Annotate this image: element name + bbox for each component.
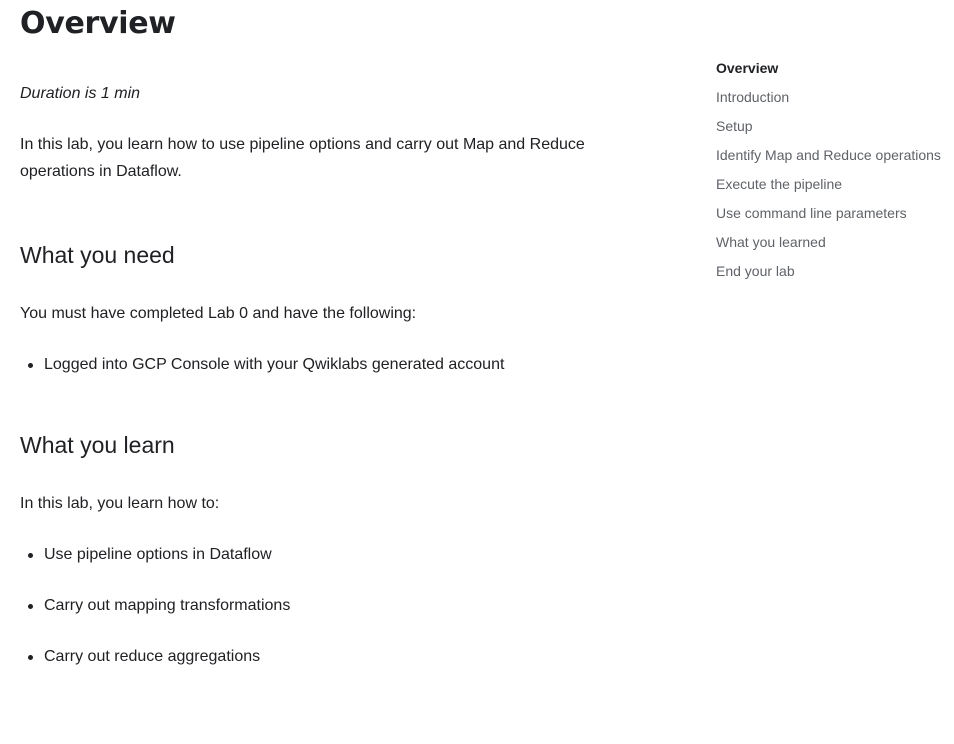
- table-of-contents: Overview Introduction Setup Identify Map…: [716, 58, 954, 290]
- bullet-icon: [28, 553, 33, 558]
- list-item-text: Use pipeline options in Dataflow: [44, 546, 272, 563]
- toc-item-what-you-learned[interactable]: What you learned: [716, 232, 954, 261]
- duration-text: Duration is 1 min: [20, 85, 141, 102]
- list-item: Use pipeline options in Dataflow: [20, 543, 660, 567]
- toc-item-execute-pipeline[interactable]: Execute the pipeline: [716, 174, 954, 203]
- toc-item-introduction[interactable]: Introduction: [716, 87, 954, 116]
- bullet-icon: [28, 655, 33, 660]
- list-item: Carry out mapping transformations: [20, 594, 660, 618]
- toc-item-overview[interactable]: Overview: [716, 58, 954, 87]
- what-you-need-list: Logged into GCP Console with your Qwikla…: [20, 353, 660, 377]
- toc-item-end-your-lab[interactable]: End your lab: [716, 261, 954, 290]
- list-item: Carry out reduce aggregations: [20, 645, 660, 669]
- bullet-icon: [28, 363, 33, 368]
- lab-content: Overview Duration is 1 min In this lab, …: [20, 0, 660, 669]
- intro-paragraph: In this lab, you learn how to use pipeli…: [20, 136, 585, 180]
- what-you-need-heading: What you need: [20, 242, 175, 268]
- list-item: Logged into GCP Console with your Qwikla…: [20, 353, 660, 377]
- page-title: Overview: [20, 6, 176, 41]
- list-item-text: Carry out reduce aggregations: [44, 648, 261, 665]
- toc-item-command-line-parameters[interactable]: Use command line parameters: [716, 203, 954, 232]
- list-item-text: Logged into GCP Console with your Qwikla…: [44, 356, 505, 373]
- toc-item-setup[interactable]: Setup: [716, 116, 954, 145]
- what-you-learn-list: Use pipeline options in Dataflow Carry o…: [20, 543, 660, 669]
- list-item-text: Carry out mapping transformations: [44, 597, 291, 614]
- toc-item-identify-map-reduce[interactable]: Identify Map and Reduce operations: [716, 145, 954, 174]
- what-you-learn-text: In this lab, you learn how to:: [20, 495, 220, 512]
- what-you-learn-heading: What you learn: [20, 432, 175, 458]
- bullet-icon: [28, 604, 33, 609]
- what-you-need-text: You must have completed Lab 0 and have t…: [20, 305, 417, 322]
